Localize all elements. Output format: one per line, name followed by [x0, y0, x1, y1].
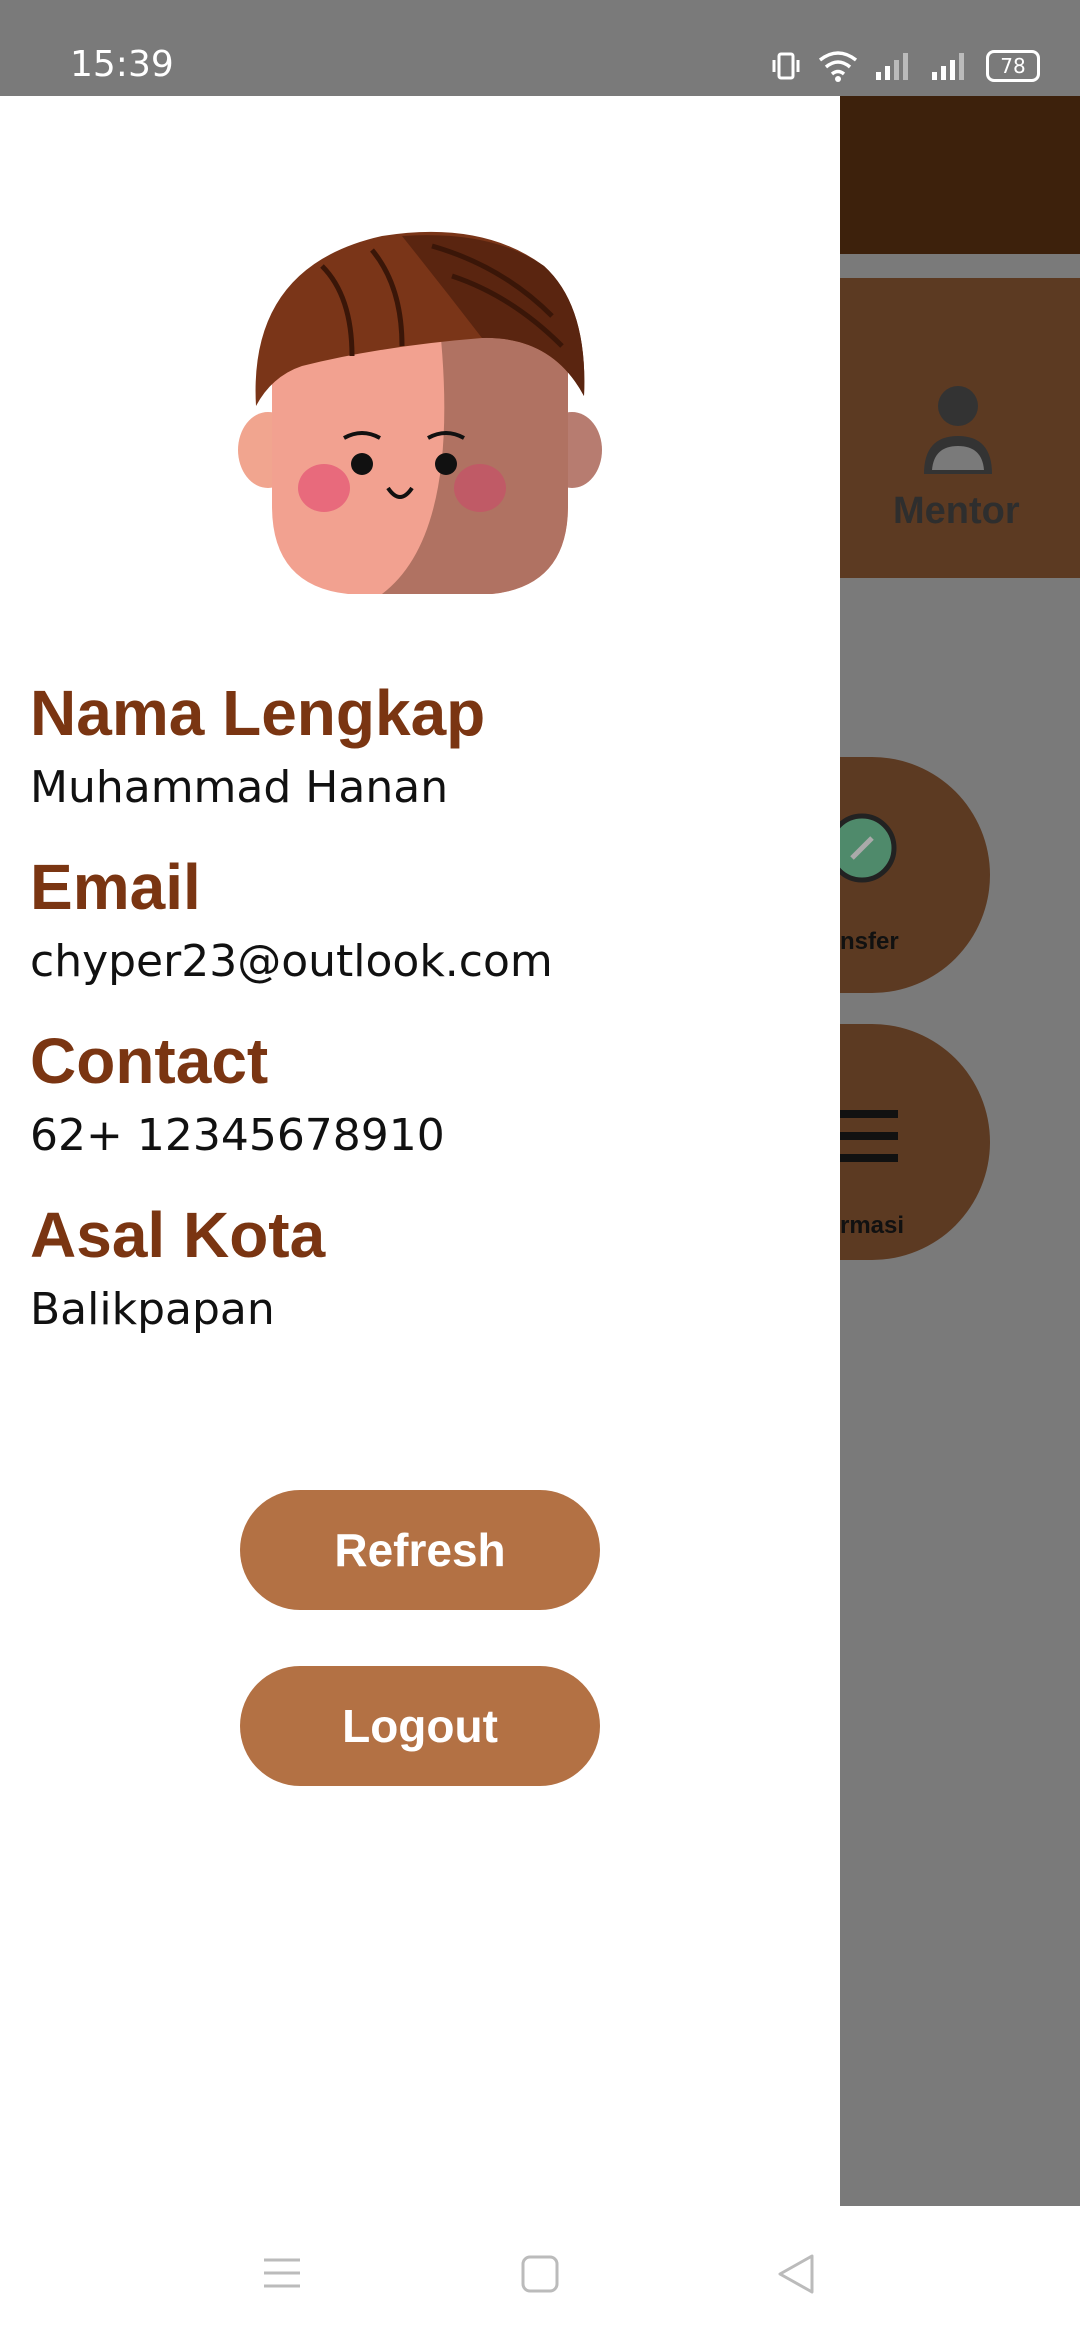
status-time: 15:39	[70, 44, 174, 85]
vibrate-icon	[772, 52, 800, 80]
refresh-button[interactable]: Refresh	[240, 1490, 600, 1610]
battery-icon: 78	[986, 50, 1040, 82]
mentor-label: Mentor	[893, 490, 1020, 532]
wifi-icon	[818, 51, 858, 82]
app-header-background	[840, 96, 1080, 254]
transfer-label: nsfer	[840, 928, 899, 955]
back-icon[interactable]	[776, 2252, 816, 2296]
signal-icon	[876, 53, 908, 80]
recent-apps-icon[interactable]	[262, 2256, 302, 2290]
name-label: Nama Lengkap	[30, 677, 486, 749]
email-label: Email	[30, 851, 201, 923]
system-nav-bar	[0, 2206, 1080, 2340]
city-value: Balikpapan	[30, 1284, 275, 1335]
information-label: rmasi	[840, 1212, 905, 1239]
signal-icon-2	[932, 53, 964, 80]
avatar	[238, 231, 602, 594]
status-bar: 15:39 78	[0, 0, 1080, 96]
menu-icon	[840, 1110, 898, 1162]
email-value: chyper23@outlook.com	[30, 936, 553, 987]
logout-button[interactable]: Logout	[240, 1666, 600, 1786]
home-icon[interactable]	[520, 2254, 560, 2294]
contact-label: Contact	[30, 1025, 269, 1097]
city-label: Asal Kota	[30, 1199, 326, 1271]
name-value: Muhammad Hanan	[30, 762, 449, 813]
contact-value: 62+ 12345678910	[30, 1110, 445, 1161]
profile-drawer: Nama Lengkap Muhammad Hanan Email chyper…	[0, 96, 840, 2206]
mentor-icon	[924, 386, 992, 474]
status-icons: 78	[770, 46, 1040, 86]
